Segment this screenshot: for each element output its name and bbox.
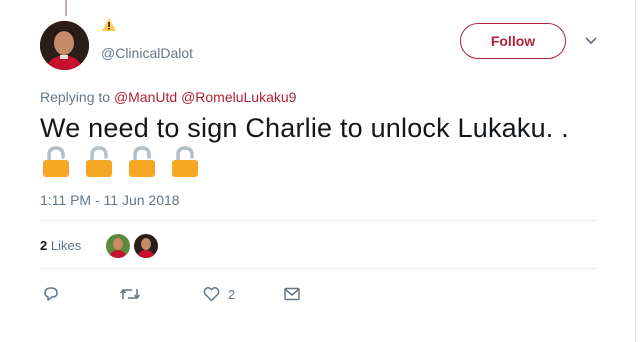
liker-avatar[interactable] [134, 234, 158, 258]
reply-icon [44, 287, 58, 301]
author-name[interactable] [101, 17, 117, 33]
mention-link[interactable]: @ManUtd [114, 89, 177, 105]
retweet-button[interactable] [119, 285, 141, 303]
likes-stat[interactable]: 2 Likes [40, 238, 81, 253]
lock-icon [129, 146, 155, 177]
divider [40, 268, 596, 269]
warning-icon [102, 18, 116, 31]
replying-prefix: Replying to [40, 89, 111, 105]
replying-to: Replying to @ManUtd @RomeluLukaku9 [40, 89, 296, 105]
mail-icon [284, 287, 300, 301]
heart-icon [203, 286, 220, 302]
lock-icon [43, 146, 69, 177]
follow-button[interactable]: Follow [460, 23, 566, 59]
author-avatar[interactable] [40, 21, 89, 70]
lock-icon [172, 146, 198, 177]
emoji-row [41, 145, 200, 178]
tweet-text: We need to sign Charlie to unlock Lukaku… [40, 113, 569, 143]
reply-button[interactable] [43, 285, 59, 303]
liker-avatar[interactable] [106, 234, 130, 258]
like-button[interactable]: 2 [203, 285, 235, 303]
thread-line [65, 0, 67, 16]
likes-label: Likes [50, 238, 82, 253]
mention-link[interactable]: @RomeluLukaku9 [181, 89, 296, 105]
tweet-timestamp[interactable]: 1:11 PM - 11 Jun 2018 [40, 192, 180, 208]
tweet-menu-button[interactable] [582, 34, 600, 48]
chevron-down-icon [585, 37, 597, 45]
lock-icon [86, 146, 112, 177]
like-count: 2 [228, 286, 236, 302]
author-handle[interactable]: @ClinicalDalot [101, 45, 193, 61]
likes-count: 2 [40, 238, 48, 253]
divider [40, 220, 596, 221]
direct-message-button[interactable] [284, 285, 300, 303]
tweet-card: @ClinicalDalot Follow Replying to @ManUt… [0, 0, 636, 342]
retweet-icon [119, 288, 141, 300]
